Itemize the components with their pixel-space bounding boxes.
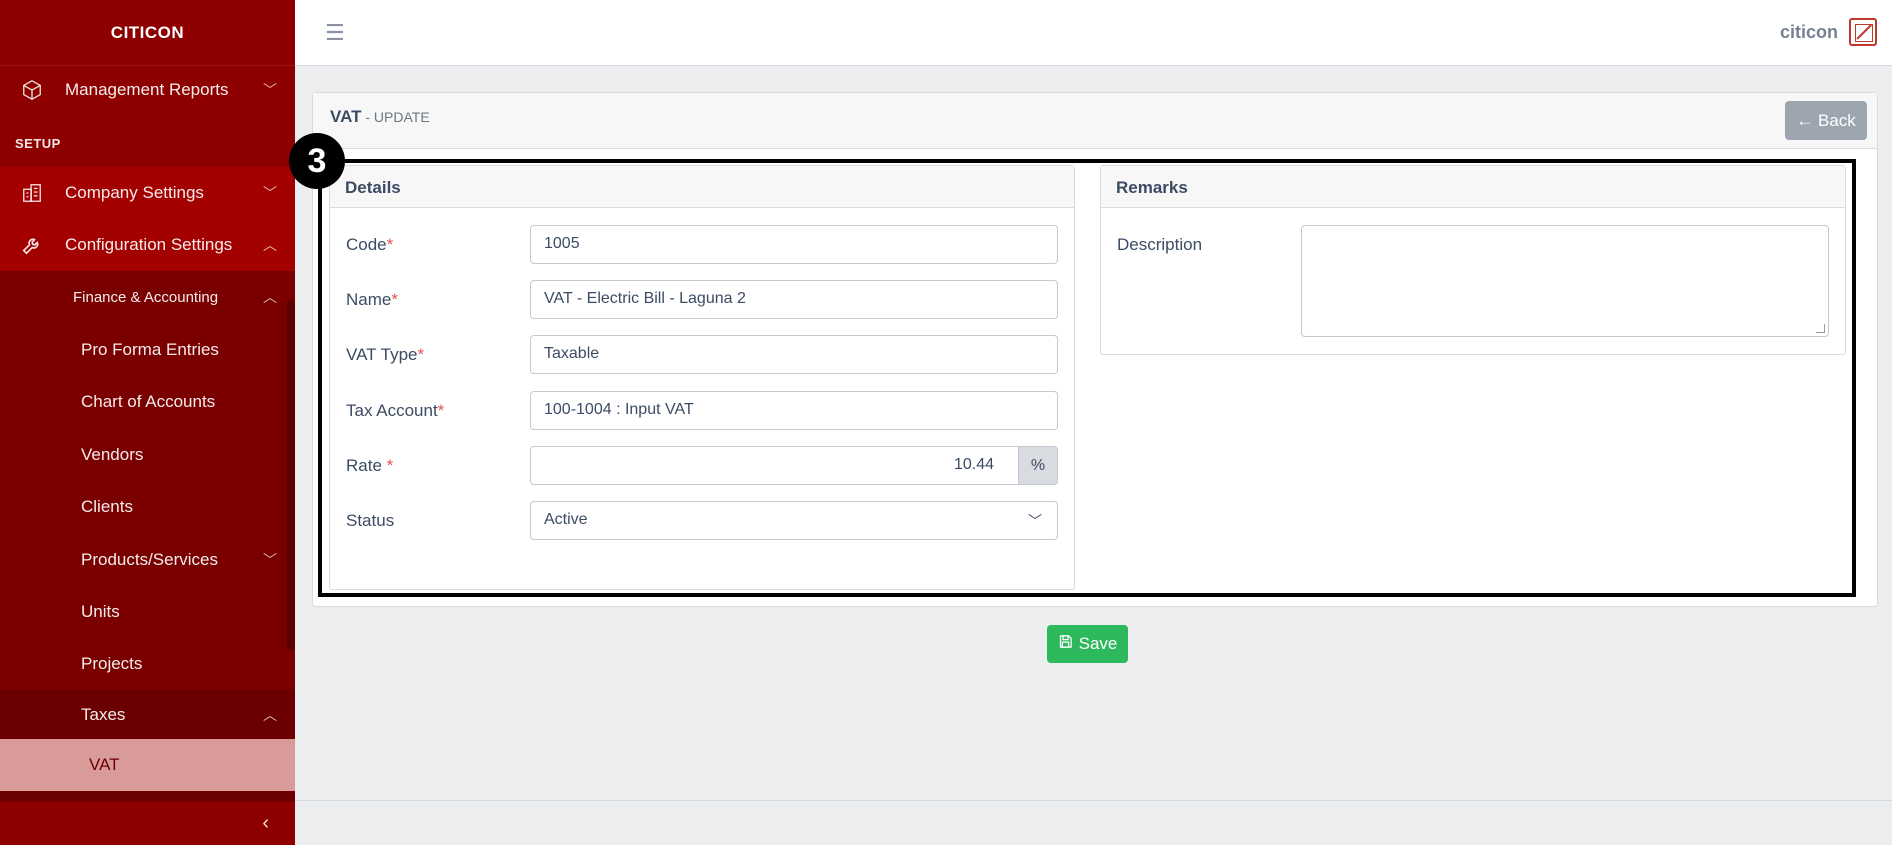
page-title-main: VAT xyxy=(330,107,362,126)
back-button[interactable]: ← Back xyxy=(1785,101,1867,140)
sidebar-item-label: Company Settings xyxy=(65,183,204,202)
save-button[interactable]: Save xyxy=(1047,625,1128,663)
sidebar-item-label: Products/Services xyxy=(81,549,218,569)
sidebar-item-management-reports[interactable]: Management Reports ﹀ xyxy=(0,66,295,114)
chevron-down-icon: ﹀ xyxy=(263,82,277,98)
sidebar-item-partial xyxy=(0,791,295,801)
sidebar-item-label: Taxes xyxy=(81,704,126,724)
sidebar-item-projects[interactable]: Projects xyxy=(0,638,295,690)
sidebar-item-label: VAT xyxy=(89,755,120,774)
save-label: Save xyxy=(1078,634,1118,653)
sidebar: CITICON Management Reports ﹀ SETUP Compa… xyxy=(0,0,295,845)
page-title-sub: - UPDATE xyxy=(361,109,430,125)
floppy-disk-icon xyxy=(1058,634,1073,654)
sidebar-item-company-settings[interactable]: Company Settings ﹀ xyxy=(0,167,295,219)
chevron-down-icon: ﹀ xyxy=(263,551,277,568)
sidebar-item-label: Pro Forma Entries xyxy=(81,339,219,359)
chevron-up-icon: ︿ xyxy=(263,706,277,723)
section-title-setup: SETUP xyxy=(15,136,61,151)
chevron-up-icon: ︿ xyxy=(263,289,277,305)
sidebar-item-finance-accounting[interactable]: Finance & Accounting ︿ xyxy=(0,271,295,323)
annotation-number: 3 xyxy=(289,133,345,189)
sidebar-footer: ‹ xyxy=(0,801,295,845)
sidebar-item-pro-forma-entries[interactable]: Pro Forma Entries xyxy=(0,323,295,376)
sidebar-item-vat[interactable]: VAT xyxy=(0,739,295,791)
card-header: VAT - UPDATE ← Back xyxy=(313,93,1877,149)
wrench-icon xyxy=(20,233,44,257)
page-title: VAT - UPDATE xyxy=(330,107,430,127)
footer-divider xyxy=(295,800,1892,801)
sidebar-item-units[interactable]: Units xyxy=(0,586,295,638)
sidebar-item-label: Projects xyxy=(81,654,143,673)
sidebar-item-label: Finance & Accounting xyxy=(73,288,219,306)
cube-icon xyxy=(20,78,44,102)
hamburger-icon[interactable]: ☰ xyxy=(325,20,345,46)
sidebar-item-label: Clients xyxy=(81,497,133,516)
sidebar-scrollbar[interactable] xyxy=(287,300,295,650)
sidebar-item-label: Chart of Accounts xyxy=(81,392,216,411)
building-icon xyxy=(20,181,44,205)
user-name[interactable]: citicon xyxy=(1780,22,1838,43)
chevron-down-icon: ﹀ xyxy=(263,185,277,201)
user-avatar-icon[interactable] xyxy=(1849,18,1877,46)
chevron-up-icon: ︿ xyxy=(263,237,277,253)
top-header: ☰ citicon xyxy=(295,0,1892,66)
sidebar-item-label: Configuration Settings xyxy=(65,235,233,254)
chevron-left-icon[interactable]: ‹ xyxy=(262,812,269,835)
sidebar-item-label: Management Reports xyxy=(65,80,229,99)
sidebar-item-chart-of-accounts[interactable]: Chart of Accounts xyxy=(0,376,295,428)
sidebar-item-label: Vendors xyxy=(81,444,144,464)
sidebar-item-products-services[interactable]: Products/Services ﹀ xyxy=(0,533,295,586)
sidebar-item-configuration-settings[interactable]: Configuration Settings ︿ xyxy=(0,219,295,271)
sidebar-item-clients[interactable]: Clients xyxy=(0,481,295,533)
sidebar-item-taxes[interactable]: Taxes ︿ xyxy=(0,690,295,739)
annotation-box xyxy=(318,159,1856,597)
sidebar-item-vendors[interactable]: Vendors xyxy=(0,428,295,481)
sidebar-item-label: Units xyxy=(81,602,120,621)
brand-logo[interactable]: CITICON xyxy=(0,0,295,66)
